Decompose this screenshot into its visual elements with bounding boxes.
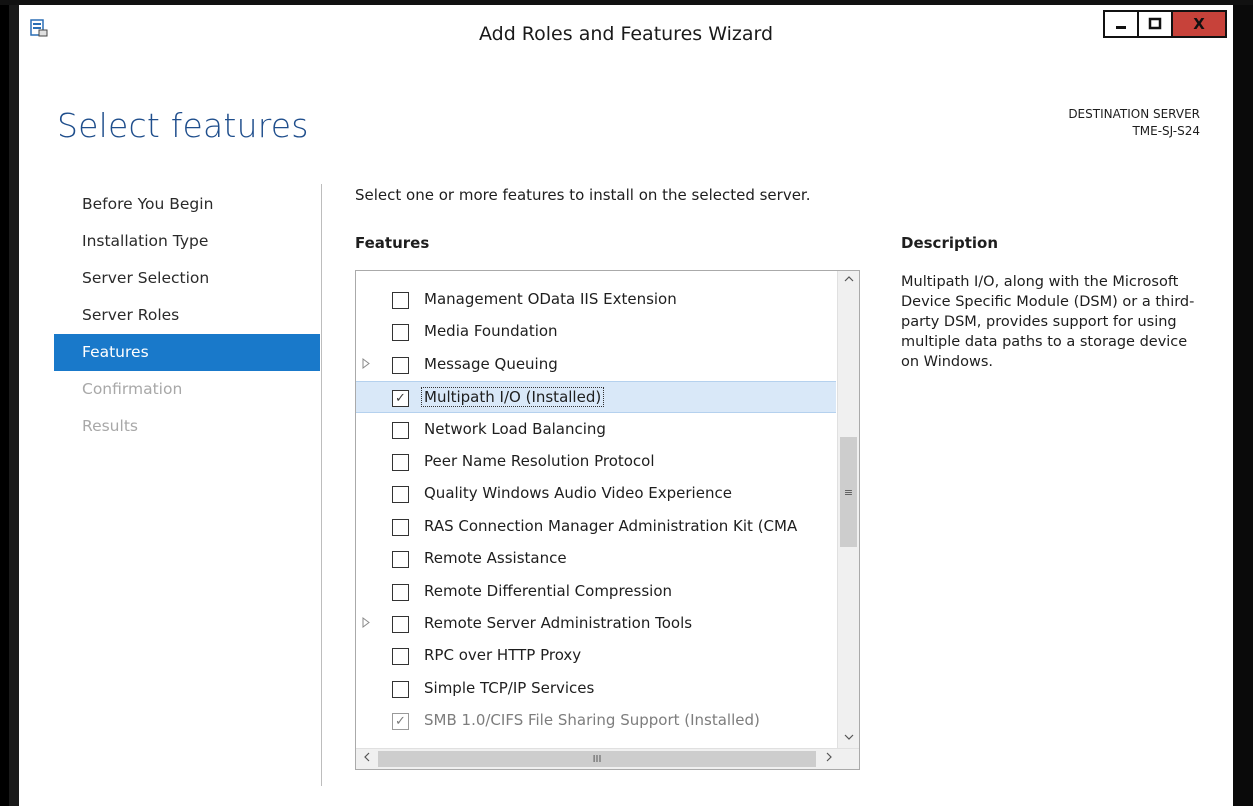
- feature-row[interactable]: RAS Connection Manager Administration Ki…: [356, 511, 836, 543]
- feature-checkbox[interactable]: [392, 454, 409, 471]
- feature-row[interactable]: Remote Assistance: [356, 543, 836, 575]
- feature-checkbox[interactable]: [392, 421, 409, 439]
- destination-server-name: TME-SJ-S24: [1132, 124, 1200, 138]
- minimize-icon: [1116, 26, 1126, 29]
- features-list: LPR Port MonitorManagement OData IIS Ext…: [356, 271, 836, 749]
- description-heading: Description: [901, 234, 999, 252]
- nav-item-installation-type[interactable]: Installation Type: [54, 223, 320, 260]
- window-title: Add Roles and Features Wizard: [478, 23, 774, 45]
- nav-item-features[interactable]: Features: [54, 334, 320, 371]
- close-button[interactable]: X: [1171, 10, 1227, 38]
- feature-label: Multipath I/O (Installed): [420, 387, 605, 408]
- scroll-up-icon[interactable]: [838, 271, 859, 291]
- maximize-icon: [1148, 17, 1162, 30]
- destination-server-info: DESTINATION SERVER TME-SJ-S24: [1068, 106, 1200, 140]
- nav-item-before-you-begin[interactable]: Before You Begin: [54, 186, 320, 223]
- feature-row[interactable]: RPC over HTTP Proxy: [356, 640, 836, 672]
- feature-row[interactable]: Remote Differential Compression: [356, 576, 836, 608]
- features-heading: Features: [355, 234, 430, 252]
- wizard-content: Select features DESTINATION SERVER TME-S…: [19, 62, 1233, 806]
- instruction-text: Select one or more features to install o…: [355, 186, 811, 204]
- close-icon: X: [1193, 15, 1205, 33]
- description-text: Multipath I/O, along with the Microsoft …: [901, 274, 1195, 370]
- feature-row[interactable]: Message Queuing: [356, 349, 836, 381]
- feature-row[interactable]: Media Foundation: [356, 316, 836, 348]
- feature-label: SMB 1.0/CIFS File Sharing Support (Insta…: [424, 711, 760, 730]
- window-frame-right: [1233, 0, 1253, 806]
- feature-checkbox[interactable]: [392, 648, 409, 666]
- minimize-button[interactable]: [1103, 10, 1139, 38]
- feature-row[interactable]: ✓ SMB 1.0/CIFS File Sharing Support (Inst…: [356, 705, 836, 737]
- maximize-button[interactable]: [1137, 10, 1173, 38]
- feature-label: Simple TCP/IP Services: [424, 678, 595, 697]
- features-tree[interactable]: LPR Port MonitorManagement OData IIS Ext…: [355, 270, 860, 770]
- scroll-left-icon[interactable]: [356, 749, 377, 769]
- nav-item-server-selection[interactable]: Server Selection: [54, 260, 320, 297]
- feature-label: Remote Differential Compression: [424, 581, 673, 600]
- feature-label: Message Queuing: [424, 354, 558, 373]
- feature-row[interactable]: Network Load Balancing: [356, 414, 836, 446]
- window-frame-left: [0, 0, 19, 806]
- feature-label: Quality Windows Audio Video Experience: [424, 484, 732, 503]
- feature-checkbox[interactable]: [392, 680, 409, 698]
- feature-label: RAS Connection Manager Administration Ki…: [424, 516, 798, 535]
- feature-checkbox[interactable]: [392, 616, 409, 633]
- feature-row[interactable]: Quality Windows Audio Video Experience: [356, 478, 836, 510]
- feature-row[interactable]: Simple TCP/IP Services: [356, 673, 836, 705]
- title-bar[interactable]: Add Roles and Features Wizard X: [19, 5, 1233, 62]
- feature-label: Management OData IIS Extension: [424, 290, 677, 308]
- horizontal-scrollbar[interactable]: III: [356, 748, 859, 769]
- nav-divider: [321, 184, 322, 786]
- nav-item-confirmation: Confirmation: [82, 380, 183, 398]
- feature-checkbox: ✓: [392, 713, 409, 731]
- feature-checkbox[interactable]: [392, 551, 409, 569]
- vertical-scroll-thumb[interactable]: ≡: [840, 437, 857, 547]
- feature-row[interactable]: Management OData IIS Extension: [356, 284, 836, 316]
- vertical-scrollbar[interactable]: ≡: [837, 271, 859, 749]
- feature-label: Remote Server Administration Tools: [424, 614, 693, 632]
- feature-label: Network Load Balancing: [424, 419, 606, 438]
- feature-checkbox[interactable]: [392, 324, 409, 342]
- feature-label: Remote Assistance: [424, 549, 567, 568]
- feature-checkbox[interactable]: [392, 292, 409, 309]
- feature-row[interactable]: ✓ Multipath I/O (Installed): [356, 381, 836, 414]
- scroll-right-icon[interactable]: [818, 749, 839, 769]
- feature-row[interactable]: Remote Server Administration Tools: [356, 608, 836, 640]
- feature-label: RPC over HTTP Proxy: [424, 646, 582, 665]
- triangle-right-icon[interactable]: [362, 357, 372, 370]
- page-title: Select features: [57, 106, 309, 145]
- horizontal-scroll-thumb[interactable]: III: [378, 751, 816, 767]
- nav-item-server-roles[interactable]: Server Roles: [54, 297, 320, 334]
- feature-checkbox[interactable]: [392, 486, 409, 504]
- feature-checkbox[interactable]: ✓: [392, 390, 409, 408]
- feature-checkbox[interactable]: [392, 583, 409, 601]
- triangle-right-icon[interactable]: [362, 617, 372, 629]
- wizard-nav: Before You Begin Installation Type Server …: [54, 186, 320, 445]
- feature-checkbox[interactable]: [392, 518, 409, 536]
- window-controls: X: [1103, 10, 1227, 38]
- feature-label: Peer Name Resolution Protocol: [424, 452, 655, 470]
- destination-label: DESTINATION SERVER: [1068, 107, 1200, 121]
- nav-item-results: Results: [82, 417, 138, 435]
- feature-label: Media Foundation: [424, 322, 558, 341]
- feature-row[interactable]: Peer Name Resolution Protocol: [356, 446, 836, 478]
- feature-checkbox[interactable]: [392, 356, 409, 374]
- scroll-down-icon[interactable]: [838, 729, 859, 749]
